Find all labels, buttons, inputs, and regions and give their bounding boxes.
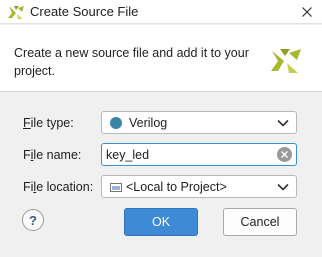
help-icon: ?	[29, 212, 37, 228]
file-type-select[interactable]: Verilog	[101, 111, 297, 134]
window-title: Create Source File	[30, 4, 139, 19]
dialog-description: Create a new source file and add it to y…	[14, 46, 249, 78]
file-name-field[interactable]: key_led	[101, 143, 297, 166]
folder-icon	[110, 183, 122, 192]
ok-button[interactable]: OK	[124, 208, 198, 236]
file-name-label: File name:	[23, 148, 82, 162]
file-location-select[interactable]: <Local to Project>	[101, 175, 297, 198]
help-button[interactable]: ?	[22, 209, 44, 231]
file-type-value: Verilog	[129, 116, 168, 130]
verilog-icon	[110, 117, 122, 129]
title-bar: Create Source File	[0, 0, 322, 24]
create-source-file-dialog: Create Source File Create a new source f…	[0, 0, 322, 257]
chevron-down-icon	[277, 183, 289, 191]
clear-icon[interactable]	[277, 147, 292, 162]
file-location-value: <Local to Project>	[126, 180, 227, 194]
cancel-button[interactable]: Cancel	[223, 208, 297, 236]
file-name-value[interactable]: key_led	[106, 148, 149, 162]
file-type-label: File type:	[23, 116, 74, 130]
vivado-logo-icon	[271, 49, 301, 73]
file-location-label: File location:	[23, 180, 94, 194]
vivado-logo-icon	[8, 6, 24, 19]
close-button[interactable]	[292, 0, 322, 24]
dialog-header: Create a new source file and add it to y…	[0, 25, 322, 92]
close-icon	[302, 7, 312, 17]
chevron-down-icon	[277, 119, 289, 127]
